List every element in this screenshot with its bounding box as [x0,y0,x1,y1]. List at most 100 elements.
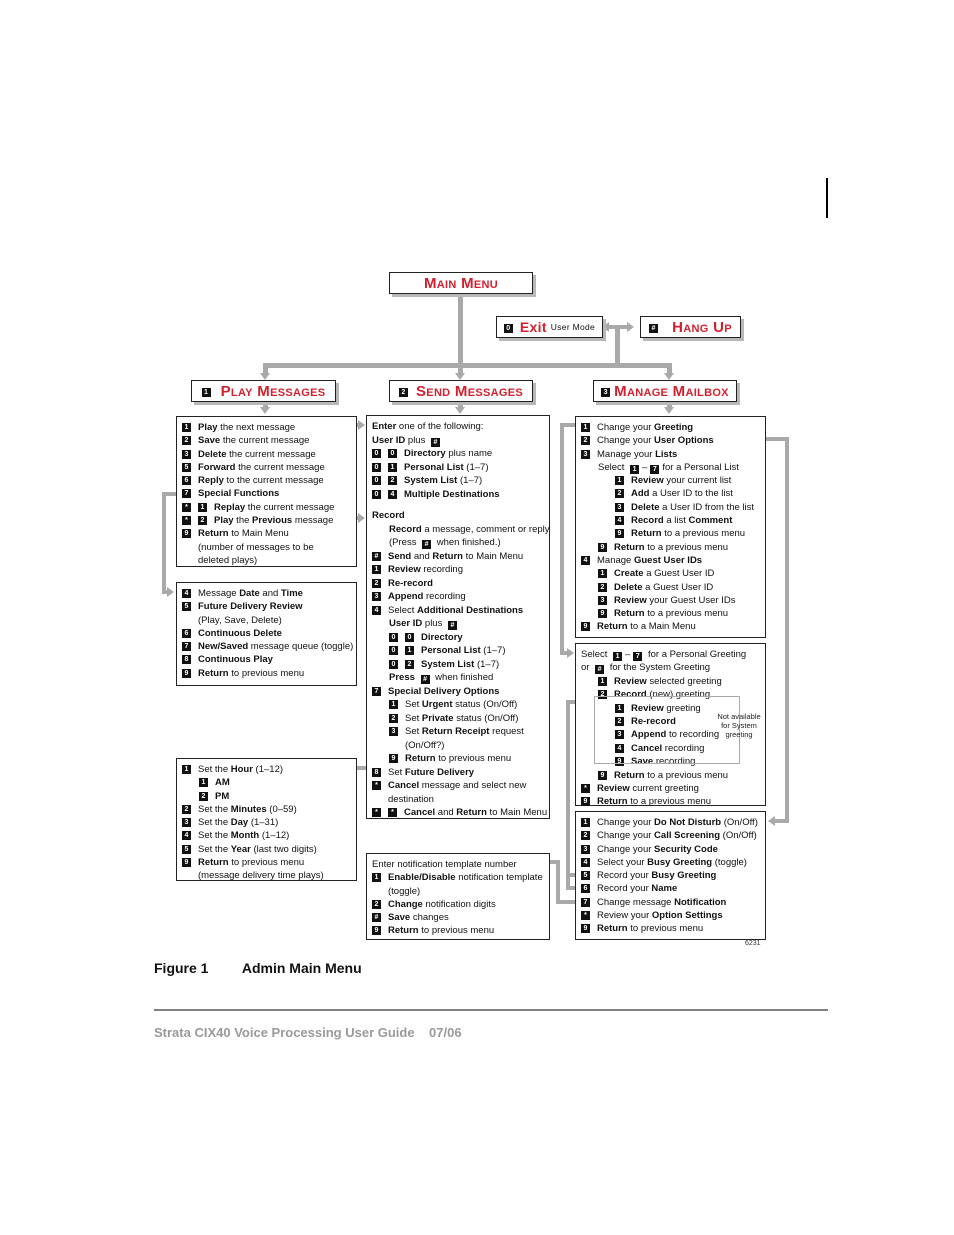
menu-item-text: Record a list Comment [631,515,733,527]
menu-item-text: Review your current list [631,475,732,487]
menu-item: 5 Future Delivery Review (Play, Save, Dele… [182,600,351,627]
keypad-key-icon: 2 [581,831,590,841]
keypad-key-icon: 2 [615,489,624,499]
keypad-key-icon: 2 [598,582,607,592]
menu-item: * 1 Replay the current message [182,501,351,514]
menu-item: 2 Change your Call Screening (On/Off) [581,829,760,842]
margin-change-bar [826,178,828,218]
keypad-key-icon: 5 [182,602,191,612]
menu-item: 4 Set the Month (1–12) [182,829,351,842]
menu-item: 5 Set the Year (last two digits) [182,843,351,856]
menu-item: 1 Play the next message [182,421,351,434]
keypad-key-icon: 5 [182,844,191,854]
menu-item: 0 4 Multiple Destinations [372,488,544,502]
keypad-key-icon: 0 [389,632,398,642]
menu-item-text: Save changes [388,912,449,924]
menu-item: Record a message, comment or reply (Press… [372,523,550,550]
menu-item-text: Record your Name [597,883,678,895]
keypad-key-icon: * [388,808,397,817]
menu-item: 9 Return to a previous menu [581,527,760,540]
keypad-key-icon: 0 [372,489,381,499]
menu-item-text: Multiple Destinations [404,488,500,500]
menu-item-text: Change message Notification [597,896,727,908]
menu-item: 3 Append recording [372,590,544,604]
menu-item: 4 Select Additional Destinations [372,604,544,618]
keypad-key-icon: * [581,911,590,921]
menu-item: Select 1–7 for a Personal List [581,461,760,474]
menu-item: 4 Manage Guest User IDs [581,554,760,567]
menu-item-text: Record [372,510,405,521]
menu-item-text: Press # when finished [389,672,494,684]
menu-item-text: Set the Hour (1–12) [198,764,284,775]
keypad-key-icon: 2 [198,516,207,526]
menu-item-text: Change notification digits [388,898,496,910]
manage-mailbox-title: 3 Manage Mailbox [593,380,737,402]
menu-item: 9 Return to a previous menu [581,795,760,808]
menu-item: 0 0 Directory plus name [372,447,544,461]
menu-item: 9 Return to Main Menu (number of messages … [182,527,351,567]
figure-title: Admin Main Menu [241,960,362,976]
menu-item: 6 Record your Name [581,882,760,895]
keypad-key-icon: 1 [372,873,381,883]
menu-item: 2 Re-record [372,577,544,591]
menu-item-text: Change your Security Code [597,843,718,855]
keypad-key-icon: # [372,551,381,561]
menu-item-text: Enter one of the following: [372,421,484,432]
keypad-key-icon: 0 [372,462,381,472]
menu-item-text: Select 1–7 for a Personal List [598,461,739,474]
keypad-key-icon: 9 [598,770,607,780]
menu-item-text: Return to a previous menu [614,769,729,781]
keypad-key-icon: 2 [199,791,208,801]
keypad-key-icon: 6 [581,884,590,894]
key-1-icon: 1 [201,387,211,397]
menu-item-text: Return to a previous menu [614,541,729,553]
keypad-key-icon: 2 [405,659,414,669]
menu-item-text: Special Functions [198,488,280,500]
menu-item-text: Delete the current message [198,448,316,460]
menu-item [372,501,544,509]
keypad-key-icon: 1 [182,423,191,432]
keypad-key-icon: 0 [405,632,414,642]
menu-item: 9 Return to previous menu [372,752,544,766]
menu-item: * 2 Play the Previous message [182,514,351,527]
menu-item-text: Set the Minutes (0–59) [198,803,297,815]
figure-number: 6231 [745,940,761,947]
keypad-key-icon: 0 [389,659,398,669]
menu-item: 3 Manage your Lists [581,448,760,461]
keypad-key-icon: 9 [182,668,191,678]
menu-item-text: Enter notification template number [372,859,517,870]
menu-item: # Send and Return to Main Menu [372,550,544,564]
menu-item-text: Return to a previous menu [631,528,746,540]
keypad-key-icon: 1 [405,646,414,655]
send-messages-title: 2 Send Messages [389,380,533,402]
menu-item: 9 Return to previous menu [372,924,544,937]
play-messages-label: Play Messages [220,382,326,400]
menu-item: 5 Forward the current message [182,461,351,474]
keypad-key-icon: 7 [581,897,590,907]
menu-item-text: Play the Previous message [214,515,334,527]
keypad-key-icon: 2 [372,578,381,588]
keypad-key-icon: 9 [598,542,607,552]
menu-item-text: Message Date and Time [198,588,303,599]
menu-item-text: Set Urgent status (On/Off) [405,699,518,710]
keypad-key-icon: 0 [388,449,397,458]
menu-item-text: Return to a previous menu [614,608,729,620]
keypad-key-icon: # [372,913,381,923]
menu-item: 6 Reply to the current message [182,474,351,487]
menu-item: User ID plus # [372,617,544,631]
menu-item-text: Create a Guest User ID [614,568,715,580]
page-footer: Strata CIX40 Voice Processing User Guide… [154,1025,462,1040]
menu-item: 2 Change notification digits [372,898,544,911]
keypad-key-icon: 2 [581,436,590,446]
menu-item: * * Cancel and Return to Main Menu [372,806,547,820]
keypad-key-icon: 9 [598,609,607,619]
send-messages-menu: Enter one of the following: User ID plus … [366,415,550,819]
menu-item-text: Change your Greeting [597,422,694,433]
menu-item-text: Set Future Delivery [388,766,475,778]
send-messages-label: Send Messages [416,382,523,400]
menu-item-text: System List (1–7) [404,475,483,486]
keypad-key-icon: 9 [372,926,381,936]
menu-item-text: Review recording [388,564,463,575]
menu-item-text: Review current greeting [597,783,699,795]
menu-item: 9 Return to a previous menu [581,607,760,620]
